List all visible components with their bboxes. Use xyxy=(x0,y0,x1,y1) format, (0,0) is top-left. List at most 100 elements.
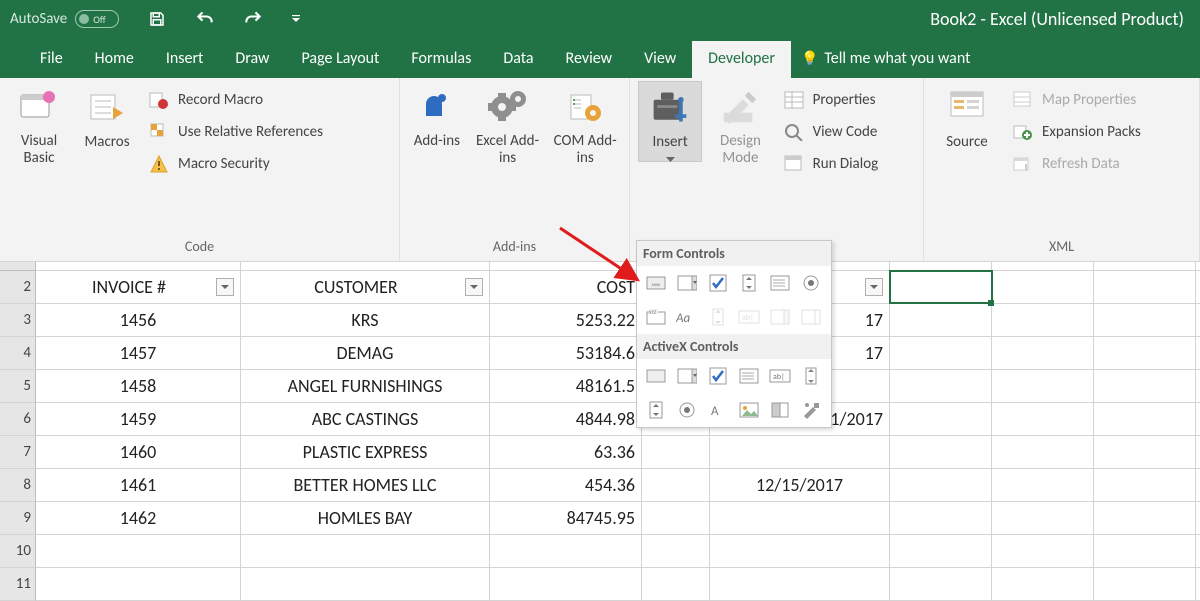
addins-button[interactable]: Add-ins xyxy=(408,81,466,150)
row-header[interactable]: 6 xyxy=(0,403,36,436)
insert-controls-button[interactable]: Insert xyxy=(638,81,702,162)
ax-toggle-icon[interactable] xyxy=(765,397,794,423)
use-relative-references-button[interactable]: Use Relative References xyxy=(144,119,374,145)
cell[interactable] xyxy=(642,469,710,501)
com-addins-button[interactable]: COM Add-ins xyxy=(549,81,621,166)
tab-draw[interactable]: Draw xyxy=(219,41,285,78)
tab-developer[interactable]: Developer xyxy=(692,41,791,78)
cell[interactable] xyxy=(1094,370,1196,402)
row-header[interactable]: 8 xyxy=(0,469,36,502)
run-dialog-button[interactable]: Run Dialog xyxy=(779,151,915,177)
cell[interactable]: 63.36 xyxy=(490,436,642,468)
cell[interactable]: BETTER HOMES LLC xyxy=(241,469,490,501)
cell[interactable] xyxy=(241,535,490,567)
autosave-toggle[interactable]: AutoSave Off xyxy=(10,10,119,28)
qat-dropdown-icon[interactable] xyxy=(291,11,301,28)
ax-image-icon[interactable] xyxy=(734,397,763,423)
row-header[interactable]: 7 xyxy=(0,436,36,469)
cell[interactable] xyxy=(642,502,710,534)
cell[interactable] xyxy=(890,403,992,435)
ax-more-tools-icon[interactable] xyxy=(796,397,825,423)
cell[interactable]: ANGEL FURNISHINGS xyxy=(241,370,490,402)
tab-review[interactable]: Review xyxy=(550,41,629,78)
cell[interactable] xyxy=(992,469,1094,501)
row-header[interactable]: 2 xyxy=(0,271,36,304)
expansion-packs-button[interactable]: Expansion Packs xyxy=(1008,119,1178,145)
cell[interactable] xyxy=(36,568,241,600)
cell[interactable] xyxy=(992,304,1094,336)
cell[interactable] xyxy=(1094,502,1196,534)
cell[interactable] xyxy=(890,568,992,600)
undo-icon[interactable] xyxy=(195,9,215,29)
cell[interactable] xyxy=(710,502,890,534)
col-header-invoice[interactable]: INVOICE # xyxy=(36,271,241,303)
cell[interactable]: 1459 xyxy=(36,403,241,435)
row-header[interactable]: 4 xyxy=(0,337,36,370)
cell[interactable]: 4844.98 xyxy=(490,403,642,435)
form-button-icon[interactable]: xxxx xyxy=(641,270,670,296)
macros-button[interactable]: Macros xyxy=(76,81,138,151)
cell[interactable] xyxy=(992,535,1094,567)
row-header[interactable]: 5 xyxy=(0,370,36,403)
tab-formulas[interactable]: Formulas xyxy=(395,41,487,78)
record-macro-button[interactable]: Record Macro xyxy=(144,87,374,113)
form-scrollbar-icon[interactable] xyxy=(703,304,732,330)
tab-view[interactable]: View xyxy=(628,41,692,78)
form-groupbox-icon[interactable]: XYZ xyxy=(641,304,670,330)
cell[interactable]: KRS xyxy=(241,304,490,336)
form-combo-icon[interactable] xyxy=(672,270,701,296)
cell[interactable] xyxy=(890,535,992,567)
cell[interactable] xyxy=(1094,568,1196,600)
row-header[interactable]: 3 xyxy=(0,304,36,337)
form-label-icon[interactable]: Aa xyxy=(672,304,701,330)
cell[interactable] xyxy=(1094,271,1196,303)
tab-home[interactable]: Home xyxy=(79,41,150,78)
tell-me-search[interactable]: 💡 Tell me what you want xyxy=(791,41,980,78)
tab-insert[interactable]: Insert xyxy=(150,41,220,78)
cell[interactable] xyxy=(490,535,642,567)
design-mode-button[interactable]: Design Mode xyxy=(708,81,772,166)
cell[interactable] xyxy=(642,568,710,600)
cell[interactable] xyxy=(890,304,992,336)
cell[interactable] xyxy=(642,535,710,567)
ax-spinner-icon[interactable] xyxy=(641,397,670,423)
cell[interactable]: 48161.5 xyxy=(490,370,642,402)
cell[interactable] xyxy=(36,535,241,567)
cell[interactable] xyxy=(1094,337,1196,369)
cell[interactable]: 1460 xyxy=(36,436,241,468)
col-header-cost[interactable]: COST xyxy=(490,271,642,303)
cell[interactable] xyxy=(1094,304,1196,336)
form-checkbox-icon[interactable] xyxy=(703,270,732,296)
cell[interactable]: HOMLES BAY xyxy=(241,502,490,534)
cell[interactable]: 5253.22 xyxy=(490,304,642,336)
tab-page-layout[interactable]: Page Layout xyxy=(286,41,396,78)
cell[interactable]: DEMAG xyxy=(241,337,490,369)
col-header-customer[interactable]: CUSTOMER xyxy=(241,271,490,303)
filter-icon[interactable] xyxy=(216,278,234,296)
cell[interactable]: 84745.95 xyxy=(490,502,642,534)
save-icon[interactable] xyxy=(147,9,167,29)
map-properties-button[interactable]: Map Properties xyxy=(1008,87,1178,113)
cell[interactable] xyxy=(992,370,1094,402)
cell[interactable]: 454.36 xyxy=(490,469,642,501)
refresh-data-button[interactable]: Refresh Data xyxy=(1008,151,1178,177)
toggle-switch[interactable]: Off xyxy=(75,10,119,28)
tab-data[interactable]: Data xyxy=(487,41,549,78)
cell[interactable] xyxy=(992,403,1094,435)
cell[interactable] xyxy=(890,502,992,534)
cell[interactable] xyxy=(890,469,992,501)
cell[interactable] xyxy=(992,568,1094,600)
cell[interactable] xyxy=(490,568,642,600)
ax-button-icon[interactable] xyxy=(641,363,670,389)
cell[interactable] xyxy=(710,535,890,567)
filter-icon[interactable] xyxy=(465,278,483,296)
cell[interactable]: 1462 xyxy=(36,502,241,534)
cell[interactable] xyxy=(241,568,490,600)
cell[interactable] xyxy=(992,337,1094,369)
cell[interactable]: 1456 xyxy=(36,304,241,336)
form-option-icon[interactable] xyxy=(796,270,825,296)
active-cell[interactable] xyxy=(890,271,992,303)
cell[interactable] xyxy=(890,370,992,402)
cell[interactable]: 12/15/2017 xyxy=(710,469,890,501)
ax-label-icon[interactable]: A xyxy=(703,397,732,423)
